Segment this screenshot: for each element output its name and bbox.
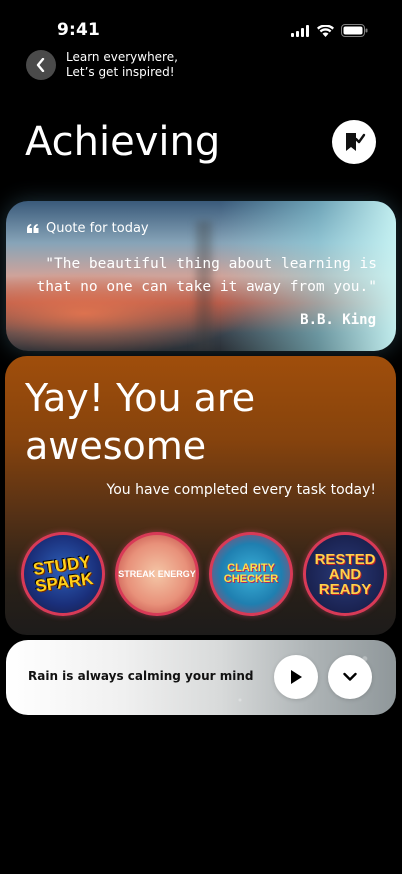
wifi-icon bbox=[317, 24, 334, 37]
quote-label: Quote for today bbox=[46, 221, 149, 236]
header-line-2: Let’s get inspired! bbox=[66, 65, 175, 79]
header-subtitle: Learn everywhere, Let’s get inspired! bbox=[66, 50, 178, 80]
quote-card: Quote for today "The beautiful thing abo… bbox=[6, 201, 396, 351]
bookmark-check-icon bbox=[346, 133, 366, 151]
header-line-1: Learn everywhere, bbox=[66, 50, 178, 64]
page-title: Achieving bbox=[25, 119, 221, 165]
chevron-left-icon bbox=[36, 58, 45, 72]
status-bar: 9:41 bbox=[0, 0, 402, 54]
quote-text: "The beautiful thing about learning is t… bbox=[36, 256, 377, 295]
badge-label: RESTED AND READY bbox=[314, 550, 376, 598]
status-icons bbox=[291, 24, 368, 37]
back-button[interactable] bbox=[26, 50, 56, 80]
quote-author: B.B. King bbox=[300, 312, 376, 328]
expand-button[interactable] bbox=[328, 655, 372, 699]
header: Learn everywhere, Let’s get inspired! bbox=[26, 50, 178, 80]
study-spark-badge[interactable]: STUDY SPARK bbox=[21, 532, 105, 616]
bookmark-button[interactable] bbox=[332, 120, 376, 164]
ambient-player-card: Rain is always calming your mind bbox=[6, 640, 396, 715]
play-button[interactable] bbox=[274, 655, 318, 699]
status-time: 9:41 bbox=[57, 20, 101, 40]
battery-icon bbox=[341, 24, 368, 37]
badge-label: CLARITY CHECKER bbox=[223, 562, 279, 585]
chevron-down-icon bbox=[343, 672, 357, 681]
badge-label: STUDY SPARK bbox=[31, 552, 95, 596]
signal-icon bbox=[291, 24, 309, 37]
achievement-card: Yay! You are awesome You have completed … bbox=[5, 356, 396, 635]
quote-icon bbox=[27, 224, 39, 233]
rested-and-ready-badge[interactable]: RESTED AND READY bbox=[303, 532, 387, 616]
play-icon bbox=[291, 670, 302, 684]
badge-label: STREAK ENERGY bbox=[118, 568, 196, 579]
badge-row: STUDY SPARK STREAK ENERGY CLARITY CHECKE… bbox=[21, 532, 387, 616]
achievement-subtitle: You have completed every task today! bbox=[106, 482, 376, 498]
clarity-checker-badge[interactable]: CLARITY CHECKER bbox=[209, 532, 293, 616]
streak-energy-badge[interactable]: STREAK ENERGY bbox=[115, 532, 199, 616]
achievement-title: Yay! You are awesome bbox=[25, 376, 256, 468]
player-text: Rain is always calming your mind bbox=[28, 669, 254, 683]
quote-header: Quote for today bbox=[27, 221, 149, 236]
